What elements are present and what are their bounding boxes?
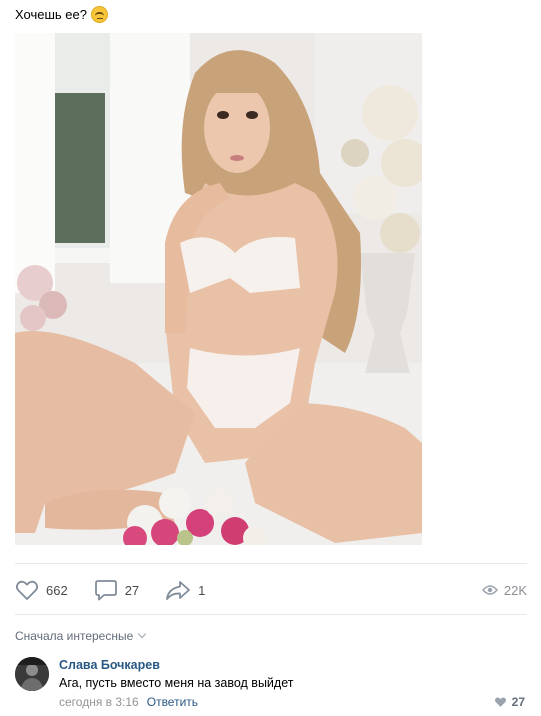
- post-text: Хочешь ее?: [15, 6, 108, 23]
- comment-author-link[interactable]: Слава Бочкарев: [59, 658, 160, 672]
- chevron-down-icon: [138, 629, 147, 639]
- heart-filled-icon: [494, 697, 506, 707]
- share-arrow-icon: [166, 581, 191, 600]
- avatar[interactable]: [15, 657, 49, 691]
- flushed-face-emoji-icon: [90, 6, 108, 23]
- post-text-label: Хочешь ее?: [15, 7, 87, 22]
- avatar-image: [15, 657, 49, 691]
- comment-likes-count: 27: [511, 695, 525, 709]
- views-count: 22K: [503, 582, 527, 598]
- comment-bubble-icon: [94, 580, 117, 601]
- eye-icon: [481, 585, 498, 595]
- post-photo[interactable]: [15, 33, 422, 545]
- comment-button[interactable]: 27: [94, 579, 139, 601]
- comments-sort-dropdown[interactable]: Сначала интересные: [15, 629, 147, 643]
- post-actions-bar: 662 27 1 22K: [15, 576, 527, 604]
- like-button[interactable]: 662: [15, 579, 68, 601]
- divider-top: [15, 563, 527, 564]
- sort-label: Сначала интересные: [15, 629, 134, 643]
- heart-icon: [15, 580, 39, 600]
- comment-meta: сегодня в 3:16 Ответить: [59, 695, 198, 709]
- share-button[interactable]: 1: [165, 579, 205, 601]
- divider-comments: [15, 614, 527, 615]
- views-counter: 22K: [481, 576, 527, 604]
- comments-count: 27: [124, 582, 140, 598]
- comment-item: Слава Бочкарев Ага, пусть вместо меня на…: [15, 656, 527, 712]
- comment-text: Ага, пусть вместо меня на завод выйдет: [59, 676, 294, 690]
- shares-count: 1: [198, 582, 206, 598]
- comment-time[interactable]: сегодня в 3:16: [59, 695, 139, 709]
- comment-like-button[interactable]: 27: [494, 695, 525, 709]
- likes-count: 662: [46, 582, 68, 598]
- photo-illustration: [15, 33, 422, 545]
- reply-button[interactable]: Ответить: [147, 695, 198, 709]
